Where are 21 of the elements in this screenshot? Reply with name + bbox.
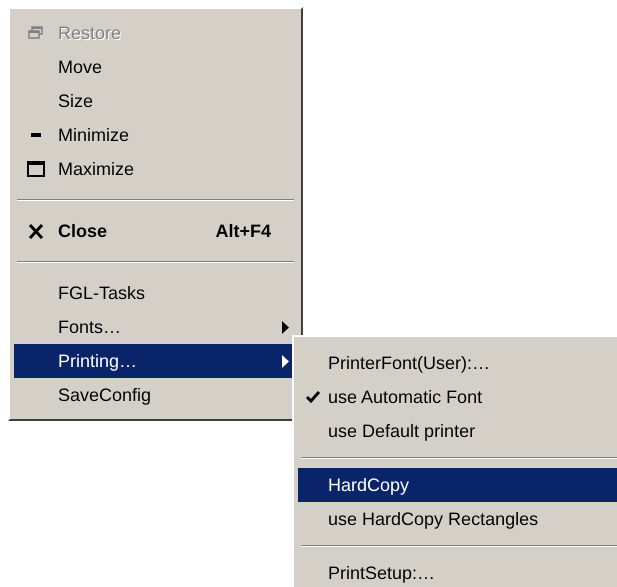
menu-item[interactable]: use Default printer	[298, 414, 617, 448]
minimize-icon	[31, 133, 41, 137]
close-icon	[28, 224, 44, 238]
checkmark-icon	[306, 391, 320, 403]
menu-item[interactable]: Move	[14, 50, 297, 84]
menu-item[interactable]: HardCopy	[298, 468, 617, 502]
menu-item[interactable]: Fonts…	[14, 310, 297, 344]
menu-item[interactable]: PrintSetup:…	[298, 556, 617, 587]
submenu-arrow-icon	[282, 320, 289, 334]
menu-item[interactable]: use HardCopy Rectangles	[298, 502, 617, 536]
restore-icon	[28, 26, 44, 40]
submenu-arrow-icon	[282, 354, 289, 368]
menu-item[interactable]: Close Alt+F4	[14, 214, 297, 248]
maximize-icon	[27, 161, 45, 177]
menu-item[interactable]: FGL-Tasks	[14, 276, 297, 310]
menu-item[interactable]: Minimize	[14, 118, 297, 152]
menu-item[interactable]: Maximize	[14, 152, 297, 186]
shortcut-label: Alt+F4	[215, 220, 271, 242]
menu-item[interactable]: use Automatic Font	[298, 380, 617, 414]
menu-item[interactable]: PrinterFont(User):…	[298, 346, 617, 380]
menu-item[interactable]: Size	[14, 84, 297, 118]
